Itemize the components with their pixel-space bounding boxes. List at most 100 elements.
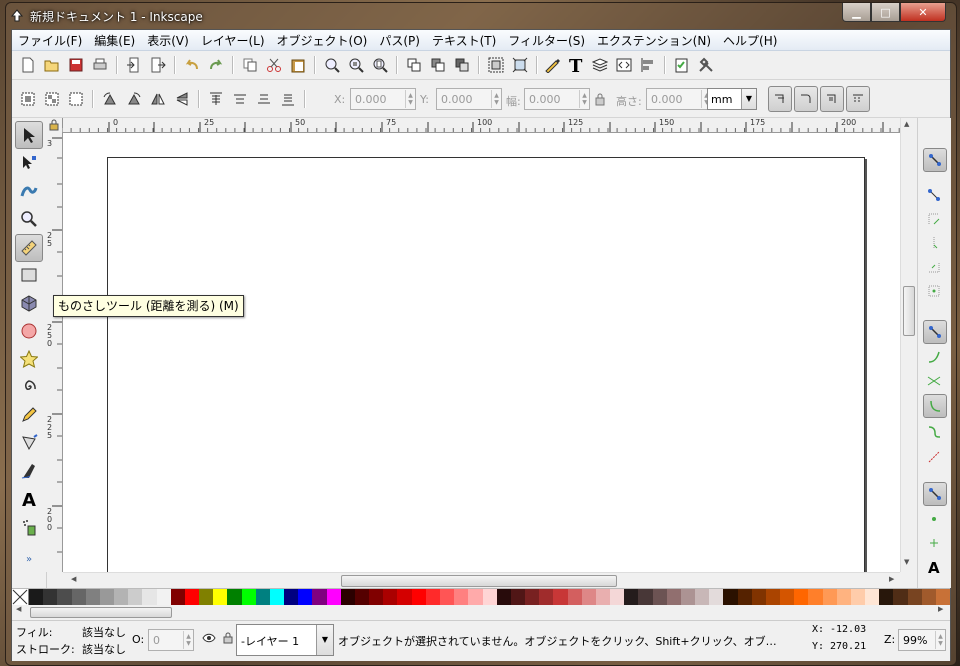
zoom-tool-icon[interactable] xyxy=(16,206,42,232)
lower-to-bottom-icon[interactable] xyxy=(278,89,298,109)
layer-select[interactable]: -レイヤー 1 ▼ xyxy=(236,624,334,656)
color-swatch[interactable] xyxy=(326,589,341,605)
scale-corners-toggle[interactable] xyxy=(794,86,818,112)
x-input[interactable]: 0.000 ▲ ▼ xyxy=(350,88,416,110)
ruler-corner-lock-icon[interactable] xyxy=(46,118,62,132)
unit-select[interactable]: mm ▼ xyxy=(707,88,757,110)
menu-path[interactable]: パス(P) xyxy=(373,30,426,50)
new-document-icon[interactable] xyxy=(18,55,38,75)
raise-icon[interactable] xyxy=(230,89,250,109)
color-swatch[interactable] xyxy=(284,589,299,605)
ungroup-icon[interactable] xyxy=(510,55,530,75)
snap-bbox-midpoints-icon[interactable] xyxy=(923,256,945,278)
select-all-layers-icon[interactable] xyxy=(42,89,62,109)
calligraphy-tool-icon[interactable] xyxy=(16,458,42,484)
color-swatch[interactable] xyxy=(794,589,809,605)
import-icon[interactable] xyxy=(124,55,144,75)
color-swatch[interactable] xyxy=(638,589,653,605)
color-swatch[interactable] xyxy=(680,589,696,605)
color-swatch[interactable] xyxy=(879,589,894,605)
transform-patterns-toggle[interactable] xyxy=(846,86,870,112)
color-swatch[interactable] xyxy=(936,589,951,605)
color-swatch[interactable] xyxy=(269,589,285,605)
color-swatch[interactable] xyxy=(128,589,143,605)
fill-value[interactable]: 該当なし xyxy=(82,624,126,640)
visibility-eye-icon[interactable] xyxy=(202,632,216,647)
color-swatch[interactable] xyxy=(142,589,157,605)
width-input[interactable]: 0.000 ▲ ▼ xyxy=(524,88,590,110)
close-button[interactable]: ✕ xyxy=(900,3,946,22)
pencil-tool-icon[interactable] xyxy=(16,402,42,428)
color-swatch[interactable] xyxy=(780,589,795,605)
color-swatch[interactable] xyxy=(765,589,781,605)
menu-object[interactable]: オブジェクト(O) xyxy=(271,30,374,50)
menu-text[interactable]: テキスト(T) xyxy=(426,30,502,50)
menu-extensions[interactable]: エクステンション(N) xyxy=(591,30,717,50)
color-swatch[interactable] xyxy=(808,589,823,605)
color-swatch[interactable] xyxy=(383,589,398,605)
color-swatch[interactable] xyxy=(170,589,185,605)
scroll-up-icon[interactable]: ▲ xyxy=(904,120,909,128)
color-swatch[interactable] xyxy=(610,589,625,605)
color-swatch[interactable] xyxy=(425,589,440,605)
deselect-icon[interactable] xyxy=(66,89,86,109)
palette-scroll-right-icon[interactable]: ▶ xyxy=(938,605,943,613)
snap-intersections-icon[interactable] xyxy=(923,370,945,392)
menu-edit[interactable]: 編集(E) xyxy=(88,30,141,50)
color-swatch[interactable] xyxy=(454,589,469,605)
redo-icon[interactable] xyxy=(206,55,226,75)
color-swatch[interactable] xyxy=(850,589,866,605)
ellipse-tool-icon[interactable] xyxy=(16,318,42,344)
selector-tool-icon[interactable] xyxy=(15,121,43,149)
color-swatch[interactable] xyxy=(709,589,724,605)
color-swatch[interactable] xyxy=(751,589,766,605)
color-swatch[interactable] xyxy=(737,589,752,605)
color-swatch[interactable] xyxy=(723,589,738,605)
color-swatch[interactable] xyxy=(397,589,412,605)
color-swatch[interactable] xyxy=(29,589,44,605)
snap-midpoints-icon[interactable] xyxy=(923,446,945,468)
horizontal-scroll-thumb[interactable] xyxy=(341,575,617,587)
color-swatch[interactable] xyxy=(213,589,228,605)
rotate-ccw-icon[interactable] xyxy=(100,89,120,109)
document-properties-icon[interactable] xyxy=(672,55,692,75)
scroll-right-icon[interactable]: ▶ xyxy=(889,575,894,583)
export-icon[interactable] xyxy=(148,55,168,75)
snap-paths-icon[interactable] xyxy=(923,346,945,368)
color-swatch[interactable] xyxy=(666,589,681,605)
drawing-canvas[interactable] xyxy=(63,133,900,572)
group-icon[interactable] xyxy=(486,55,506,75)
lock-ratio-icon[interactable] xyxy=(590,89,610,109)
scroll-down-icon[interactable]: ▼ xyxy=(904,558,909,566)
opacity-input[interactable]: 0 ▲ ▼ xyxy=(148,629,194,651)
maximize-button[interactable]: □ xyxy=(871,3,900,22)
zoom-page-icon[interactable] xyxy=(370,55,390,75)
cut-icon[interactable] xyxy=(264,55,284,75)
color-swatch[interactable] xyxy=(921,589,936,605)
color-swatch[interactable] xyxy=(822,589,837,605)
color-swatch[interactable] xyxy=(482,589,497,605)
text-font-icon[interactable]: T xyxy=(566,55,586,75)
color-swatch[interactable] xyxy=(652,589,667,605)
color-swatch[interactable] xyxy=(525,589,540,605)
pen-tool-icon[interactable] xyxy=(16,430,42,456)
y-input[interactable]: 0.000 ▲ ▼ xyxy=(436,88,502,110)
fill-stroke-icon[interactable] xyxy=(542,55,562,75)
undo-icon[interactable] xyxy=(182,55,202,75)
star-tool-icon[interactable] xyxy=(16,346,42,372)
color-swatch[interactable] xyxy=(510,589,526,605)
menu-filters[interactable]: フィルター(S) xyxy=(502,30,591,50)
vertical-scrollbar[interactable]: ▲ ▼ xyxy=(900,118,916,572)
color-swatch[interactable] xyxy=(241,589,256,605)
snap-bbox-edges-icon[interactable] xyxy=(923,208,945,230)
zoom-selection-icon[interactable] xyxy=(322,55,342,75)
y-spin-arrows[interactable]: ▲ ▼ xyxy=(491,90,501,108)
scale-stroke-toggle[interactable] xyxy=(768,86,792,112)
xml-editor-icon[interactable] xyxy=(614,55,634,75)
text-tool-icon[interactable]: A xyxy=(16,486,42,512)
color-swatch[interactable] xyxy=(624,589,639,605)
horizontal-scrollbar[interactable]: ◀ ▶ xyxy=(63,572,900,588)
palette-scroll-left-icon[interactable]: ◀ xyxy=(16,605,21,613)
snap-object-centers-icon[interactable] xyxy=(923,508,945,530)
menu-view[interactable]: 表示(V) xyxy=(141,30,195,50)
